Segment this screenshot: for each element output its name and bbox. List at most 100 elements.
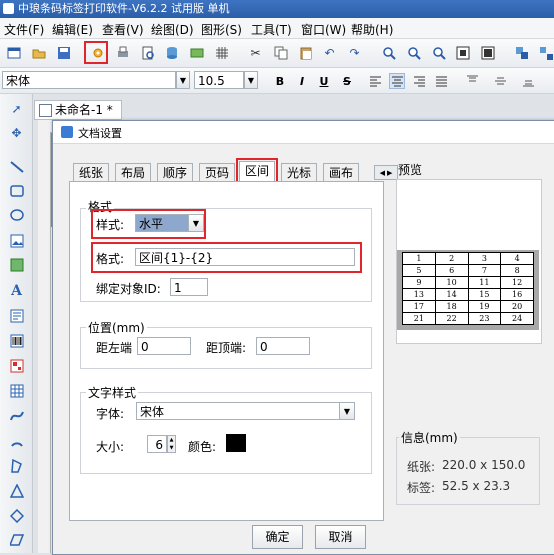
- ungroup-icon[interactable]: [537, 44, 554, 61]
- tab-scroll-buttons[interactable]: ◀ ▶: [374, 165, 398, 180]
- pointer-icon[interactable]: ➚: [8, 100, 25, 117]
- bind-object-input[interactable]: 1: [170, 278, 208, 296]
- menu-help[interactable]: 帮助(H): [351, 21, 393, 38]
- document-tab[interactable]: 未命名-1 *: [34, 100, 122, 120]
- barcode-icon[interactable]: [8, 332, 25, 349]
- chevron-left-icon[interactable]: ◀: [380, 169, 385, 177]
- strikethrough-button[interactable]: S: [339, 73, 355, 89]
- title-bar: 中琅条码标签打印软件-V6.2.2 试用版 单机: [0, 0, 554, 18]
- font-family-select[interactable]: 宋体: [2, 71, 176, 89]
- align-middle-icon[interactable]: [492, 73, 508, 89]
- document-icon: [39, 104, 52, 117]
- menu-shape[interactable]: 图形(S): [201, 21, 242, 38]
- image-icon[interactable]: [8, 232, 25, 249]
- tab-paper[interactable]: 纸张: [73, 163, 109, 181]
- italic-button[interactable]: I: [294, 73, 310, 89]
- fit-page-icon[interactable]: [454, 44, 471, 61]
- menu-draw[interactable]: 绘图(D): [151, 21, 194, 38]
- qrcode-icon[interactable]: [8, 357, 25, 374]
- pan-icon[interactable]: ✥: [8, 124, 25, 141]
- bold-button[interactable]: B: [272, 73, 288, 89]
- triangle-icon[interactable]: [8, 482, 25, 499]
- new-icon[interactable]: [5, 44, 22, 61]
- align-right-icon[interactable]: [411, 73, 427, 89]
- chevron-right-icon[interactable]: ▶: [387, 169, 392, 177]
- line-icon[interactable]: [8, 158, 25, 175]
- stepper-down-icon[interactable]: ▼: [170, 445, 174, 451]
- paste-icon[interactable]: [297, 44, 314, 61]
- size-input[interactable]: 6: [147, 435, 167, 453]
- ok-button[interactable]: 确定: [252, 525, 303, 549]
- menu-edit[interactable]: 编辑(E): [52, 21, 93, 38]
- redo-icon[interactable]: ↷: [346, 44, 363, 61]
- menu-file[interactable]: 文件(F): [4, 21, 44, 38]
- parallelogram-icon[interactable]: [8, 531, 25, 548]
- cut-icon[interactable]: ✂: [247, 44, 264, 61]
- preview-grid-cell: 8: [500, 264, 534, 277]
- text-tool-icon[interactable]: A: [8, 282, 25, 299]
- curve-icon[interactable]: [8, 407, 25, 424]
- zoom-fit-icon[interactable]: [430, 44, 447, 61]
- tab-page-number[interactable]: 页码: [199, 163, 235, 181]
- rectangle-icon[interactable]: [8, 182, 25, 199]
- underline-button[interactable]: U: [316, 73, 332, 89]
- top-offset-label: 距顶端:: [206, 341, 247, 355]
- arc-icon[interactable]: [8, 432, 25, 449]
- align-top-icon[interactable]: [464, 73, 480, 89]
- preview-grid-row: 9 10 11 12: [402, 276, 534, 289]
- document-settings-dialog: 文档设置 纸张 布局 顺序 页码 区间 光标 画布 ◀ ▶ 格式 样式: 水平 ▼…: [52, 120, 554, 555]
- database-icon[interactable]: [163, 44, 180, 61]
- align-bottom-icon[interactable]: [520, 73, 536, 89]
- menu-window[interactable]: 窗口(W): [301, 21, 346, 38]
- chevron-down-icon[interactable]: ▼: [176, 71, 190, 89]
- group-icon[interactable]: [513, 44, 530, 61]
- preview-grid-cell: 24: [500, 312, 534, 325]
- cancel-button[interactable]: 取消: [315, 525, 366, 549]
- preview-grid-cell: 4: [500, 252, 534, 265]
- top-offset-input[interactable]: 0: [256, 337, 310, 355]
- tab-canvas[interactable]: 画布: [323, 163, 359, 181]
- open-folder-icon[interactable]: [30, 44, 47, 61]
- polygon-icon[interactable]: [8, 457, 25, 474]
- align-left-icon[interactable]: [367, 73, 383, 89]
- copy-icon[interactable]: [272, 44, 289, 61]
- ellipse-icon[interactable]: [8, 206, 25, 223]
- preview-grid-row: 21 22 23 24: [402, 312, 534, 325]
- table-icon[interactable]: [8, 382, 25, 399]
- save-icon[interactable]: [55, 44, 72, 61]
- actual-size-icon[interactable]: [479, 44, 496, 61]
- picture-icon[interactable]: [8, 256, 25, 273]
- font-select[interactable]: 宋体: [136, 402, 341, 420]
- undo-icon[interactable]: ↶: [321, 44, 338, 61]
- grid-icon[interactable]: [213, 44, 230, 61]
- zoom-out-icon[interactable]: [405, 44, 422, 61]
- style-highlight: [91, 209, 206, 239]
- print-preview-icon[interactable]: [139, 44, 156, 61]
- tab-cursor[interactable]: 光标: [281, 163, 317, 181]
- label-size-label: 标签:: [407, 481, 436, 495]
- tab-layout[interactable]: 布局: [115, 163, 151, 181]
- rich-text-icon[interactable]: [8, 307, 25, 324]
- preview-grid-cell: 5: [402, 264, 436, 277]
- dialog-title-bar: 文档设置: [53, 121, 554, 144]
- diamond-icon[interactable]: [8, 507, 25, 524]
- print-icon[interactable]: [114, 44, 131, 61]
- zoom-in-icon[interactable]: [380, 44, 397, 61]
- justify-icon[interactable]: [433, 73, 449, 89]
- color-swatch[interactable]: [226, 434, 246, 452]
- stepper-up-icon[interactable]: ▲: [170, 437, 174, 443]
- preview-grid-cell: 15: [467, 288, 502, 301]
- menu-tools[interactable]: 工具(T): [251, 21, 292, 38]
- data-source-icon[interactable]: [188, 44, 205, 61]
- chevron-down-icon[interactable]: ▼: [244, 71, 258, 89]
- chevron-down-icon[interactable]: ▼: [339, 402, 355, 420]
- align-center-icon[interactable]: [389, 73, 405, 89]
- font-size-select[interactable]: 10.5: [194, 71, 244, 89]
- tab-order[interactable]: 顺序: [157, 163, 193, 181]
- text-style-group-title: 文字样式: [86, 384, 139, 401]
- window-title: 中琅条码标签打印软件-V6.2.2 试用版 单机: [18, 2, 230, 15]
- paper-size-value: 220.0 x 150.0: [442, 458, 526, 472]
- size-stepper[interactable]: ▲ ▼: [167, 435, 176, 453]
- left-offset-input[interactable]: 0: [137, 337, 191, 355]
- menu-view[interactable]: 查看(V): [102, 21, 144, 38]
